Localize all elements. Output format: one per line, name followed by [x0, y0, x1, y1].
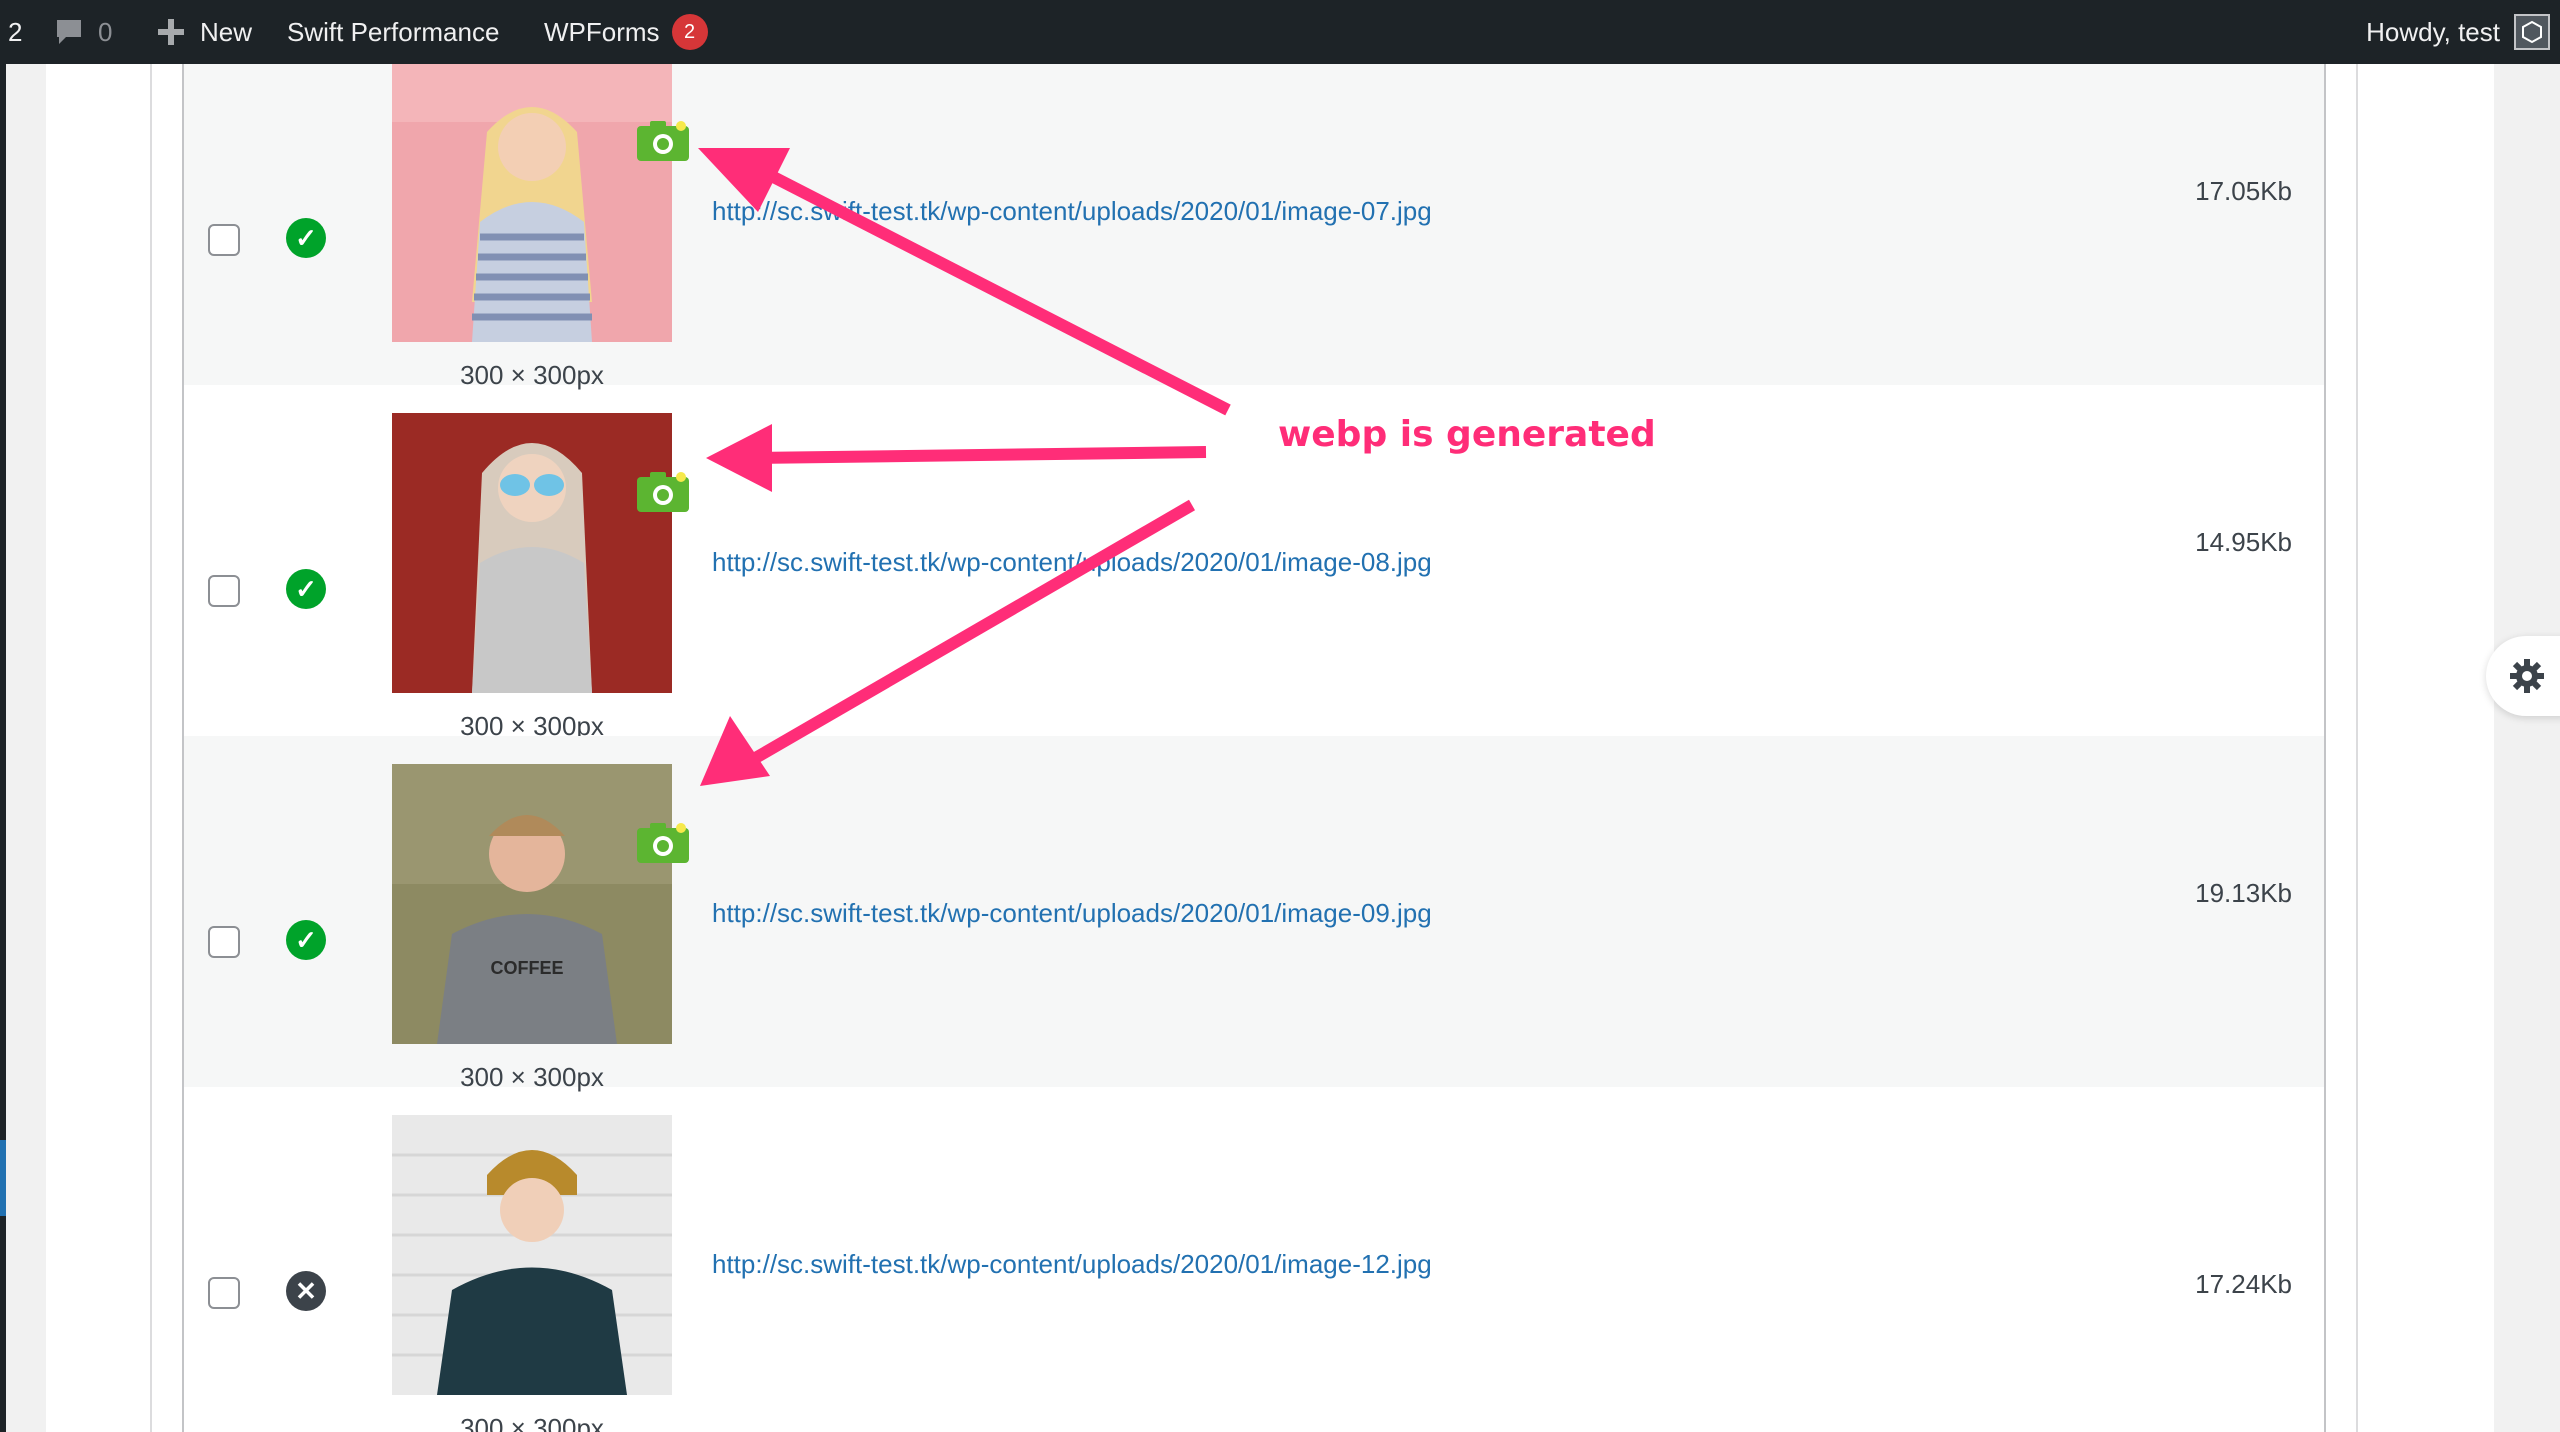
svg-text:COFFEE: COFFEE [490, 958, 563, 978]
row-checkbox[interactable] [208, 575, 240, 607]
settings-button[interactable] [2486, 636, 2560, 716]
image-list: ✓ 300 × 300px http://sc.swift-test.tk/wp… [182, 64, 2326, 1432]
howdy-text: Howdy, test [2366, 16, 2500, 47]
row-checkbox[interactable] [208, 926, 240, 958]
plus-icon [158, 19, 184, 45]
gear-icon [2510, 659, 2544, 693]
table-row: ✓ 300 × 300px http://sc.swift-test.tk/wp… [184, 64, 2324, 390]
image-file-size: 17.24Kb [2195, 1269, 2292, 1299]
admin-menu-edge [0, 64, 6, 1432]
table-row: ✓ 300 × 300px http://sc.swift-test.tk/wp… [184, 385, 2324, 741]
wpforms-menu[interactable]: WPForms 2 [544, 0, 708, 64]
image-file-size: 14.95Kb [2195, 527, 2292, 557]
my-account-menu[interactable]: Howdy, test [2366, 0, 2550, 64]
image-url-link[interactable]: http://sc.swift-test.tk/wp-content/uploa… [712, 547, 1432, 578]
row-checkbox[interactable] [208, 1277, 240, 1309]
new-content-menu[interactable]: New [156, 0, 252, 64]
comments-count: 0 [98, 16, 113, 47]
image-file-size: 19.13Kb [2195, 878, 2292, 908]
image-url-link[interactable]: http://sc.swift-test.tk/wp-content/uploa… [712, 1249, 1432, 1280]
image-url-link[interactable]: http://sc.swift-test.tk/wp-content/uploa… [712, 196, 1432, 227]
swift-performance-menu[interactable]: Swift Performance [287, 0, 499, 64]
table-row: ✓ COFFEE 300 × 300px http://sc.swift-tes… [184, 736, 2324, 1092]
camera-icon [636, 822, 690, 864]
success-check-icon: ✓ [286, 920, 326, 960]
admin-menu-collapse-tab[interactable] [0, 1140, 6, 1216]
image-url-link[interactable]: http://sc.swift-test.tk/wp-content/uploa… [712, 898, 1432, 929]
failed-x-icon: ✕ [286, 1271, 326, 1311]
new-label: New [200, 16, 253, 47]
image-thumbnail [392, 1115, 672, 1395]
image-thumbnail: COFFEE [392, 764, 672, 1044]
camera-icon [636, 471, 690, 513]
success-check-icon: ✓ [286, 569, 326, 609]
success-check-icon: ✓ [286, 218, 326, 258]
wpforms-label: WPForms [544, 16, 660, 47]
comment-bubble-icon [57, 20, 81, 44]
avatar [2514, 14, 2550, 50]
comments-menu[interactable]: 0 [54, 0, 112, 64]
admin-bar: 2 0 New Swift Performance WPForms 2 Howd… [0, 0, 2560, 64]
wpforms-notification-badge: 2 [671, 14, 708, 50]
image-dimensions: 300 × 300px [460, 1413, 604, 1432]
annotation-label: webp is generated [1278, 414, 1656, 455]
row-checkbox[interactable] [208, 224, 240, 256]
image-file-size: 17.05Kb [2195, 176, 2292, 206]
image-thumbnail [392, 413, 672, 693]
image-thumbnail [392, 64, 672, 342]
camera-icon [636, 120, 690, 162]
avatar-logo-icon [2522, 20, 2542, 44]
table-row: ✕ 300 × 300px http://sc.swift-test.tk/wp… [184, 1087, 2324, 1432]
updates-count[interactable]: 2 [8, 0, 22, 64]
